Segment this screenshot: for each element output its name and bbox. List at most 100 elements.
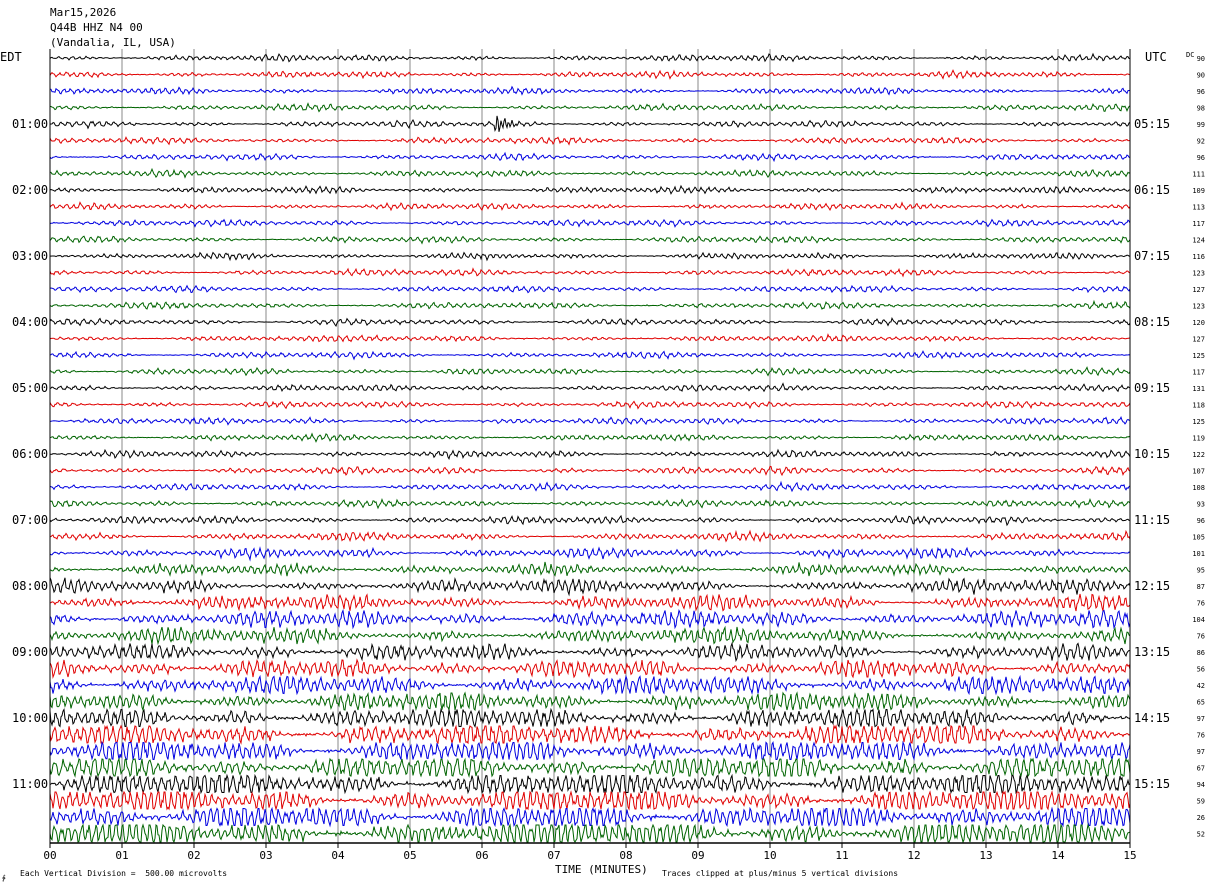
x-tick-label: 01 [115, 849, 128, 862]
dc-offset-value: 127 [1192, 336, 1205, 344]
right-hour-label: 12:15 [1134, 579, 1170, 593]
trace-line-17 [49, 333, 1131, 343]
trace-line-45 [49, 790, 1131, 811]
dc-offset-value: 125 [1192, 352, 1205, 360]
trace-line-0 [49, 52, 1131, 63]
trace-line-41 [49, 724, 1131, 745]
dc-offset-value: 95 [1197, 567, 1205, 575]
x-tick-label: 07 [547, 849, 560, 862]
dc-offset-value: 105 [1192, 534, 1205, 542]
trace-line-7 [49, 167, 1131, 179]
dc-offset-value: 123 [1192, 270, 1205, 278]
trace-line-14 [49, 284, 1131, 294]
dc-offset-value: 76 [1197, 600, 1205, 608]
right-hour-label: 09:15 [1134, 381, 1170, 395]
dc-offset-value: 120 [1192, 319, 1205, 327]
dc-offset-value: 104 [1192, 616, 1205, 624]
left-hour-label: 02:00 [12, 183, 48, 197]
trace-line-46 [49, 806, 1131, 828]
dc-offset-value: 97 [1197, 748, 1205, 756]
header-date: Mar15,2026 [50, 6, 117, 19]
dc-offset-value: 101 [1192, 550, 1205, 558]
dc-offset-value: 122 [1192, 451, 1205, 459]
x-tick-label: 11 [835, 849, 848, 862]
dc-offset-value: 92 [1197, 138, 1205, 146]
trace-line-27 [49, 497, 1131, 510]
clip-note: Traces clipped at plus/minus 5 vertical … [662, 869, 899, 878]
trace-line-29 [49, 529, 1131, 543]
trace-line-43 [49, 757, 1131, 778]
trace-line-3 [49, 102, 1131, 113]
dc-offset-value: 76 [1197, 633, 1205, 641]
x-tick-label: 15 [1123, 849, 1136, 862]
helicorder-chart: 00 01 02 03 04 05 06 07 08 09 10 11 12 13 14 15 90 90 96 98… [2, 49, 1205, 882]
right-hour-label: 15:15 [1134, 777, 1170, 791]
dc-offset-value: 93 [1197, 501, 1205, 509]
left-hour-label: 06:00 [12, 447, 48, 461]
left-hour-label: 10:00 [12, 711, 48, 725]
trace-line-12 [49, 251, 1131, 262]
dc-offset-value: 119 [1192, 435, 1205, 443]
dc-offset-value: 96 [1197, 154, 1205, 162]
dc-offset-value: 117 [1192, 369, 1205, 377]
x-tick-label: 03 [259, 849, 272, 862]
dc-offset-value: 98 [1197, 105, 1205, 113]
dc-offset-header: DC [1186, 51, 1195, 59]
dc-offset-value: 59 [1197, 798, 1205, 806]
dc-offset-value: 117 [1192, 220, 1205, 228]
trace-line-18 [49, 350, 1131, 361]
dc-offset-value: 99 [1197, 121, 1205, 129]
trace-line-37 [49, 658, 1131, 679]
trace-line-22 [49, 416, 1130, 426]
dc-offset-value: 118 [1192, 402, 1205, 410]
x-tick-label: 12 [907, 849, 920, 862]
left-hour-label: 05:00 [12, 381, 48, 395]
trace-line-11 [49, 235, 1131, 245]
trace-line-24 [49, 448, 1131, 460]
trace-line-16 [49, 316, 1131, 328]
dc-offset-value: 86 [1197, 649, 1205, 657]
dc-offset-value: 87 [1197, 583, 1205, 591]
dc-offset-value: 96 [1197, 517, 1205, 525]
trace-line-13 [49, 267, 1131, 278]
trace-line-25 [49, 465, 1131, 477]
dc-offset-value: 107 [1192, 468, 1205, 476]
right-hour-label: 13:15 [1134, 645, 1170, 659]
trace-line-19 [49, 366, 1131, 377]
trace-line-33 [49, 593, 1131, 612]
scale-note: Each Vertical Division = 500.00 microvol… [20, 869, 228, 878]
left-timezone-label: EDT [0, 50, 22, 64]
trace-line-38 [49, 674, 1131, 696]
trace-line-30 [49, 546, 1131, 562]
dc-offset-value: 124 [1192, 237, 1205, 245]
trace-line-6 [49, 151, 1131, 163]
dc-offset-value: 90 [1197, 72, 1205, 80]
dc-offset-value: 97 [1197, 715, 1205, 723]
left-hour-label: 03:00 [12, 249, 48, 263]
x-tick-label: 00 [43, 849, 56, 862]
trace-line-5 [49, 136, 1130, 146]
dc-offset-value: 26 [1197, 814, 1205, 822]
trace-line-8 [49, 184, 1131, 195]
trace-line-21 [49, 400, 1131, 410]
trace-line-39 [49, 691, 1131, 712]
trace-line-34 [49, 608, 1131, 630]
dc-offset-value: 94 [1197, 781, 1205, 789]
x-axis-title: TIME (MINUTES) [555, 863, 648, 876]
trace-line-9 [49, 201, 1131, 212]
trace-line-28 [49, 514, 1131, 527]
x-tick-label: 08 [619, 849, 632, 862]
dc-offset-value: 116 [1192, 253, 1205, 261]
dc-offset-value: 65 [1197, 699, 1205, 707]
trace-line-36 [49, 641, 1131, 663]
left-hour-label: 07:00 [12, 513, 48, 527]
trace-line-40 [49, 707, 1131, 729]
x-tick-label: 02 [187, 849, 200, 862]
trace-line-44 [49, 773, 1131, 795]
dc-offset-value: 67 [1197, 765, 1205, 773]
right-hour-label: 11:15 [1134, 513, 1170, 527]
dc-offset-value: 42 [1197, 682, 1205, 690]
x-tick-label: 13 [979, 849, 992, 862]
trace-line-32 [49, 577, 1131, 597]
trace-line-23 [49, 432, 1131, 443]
